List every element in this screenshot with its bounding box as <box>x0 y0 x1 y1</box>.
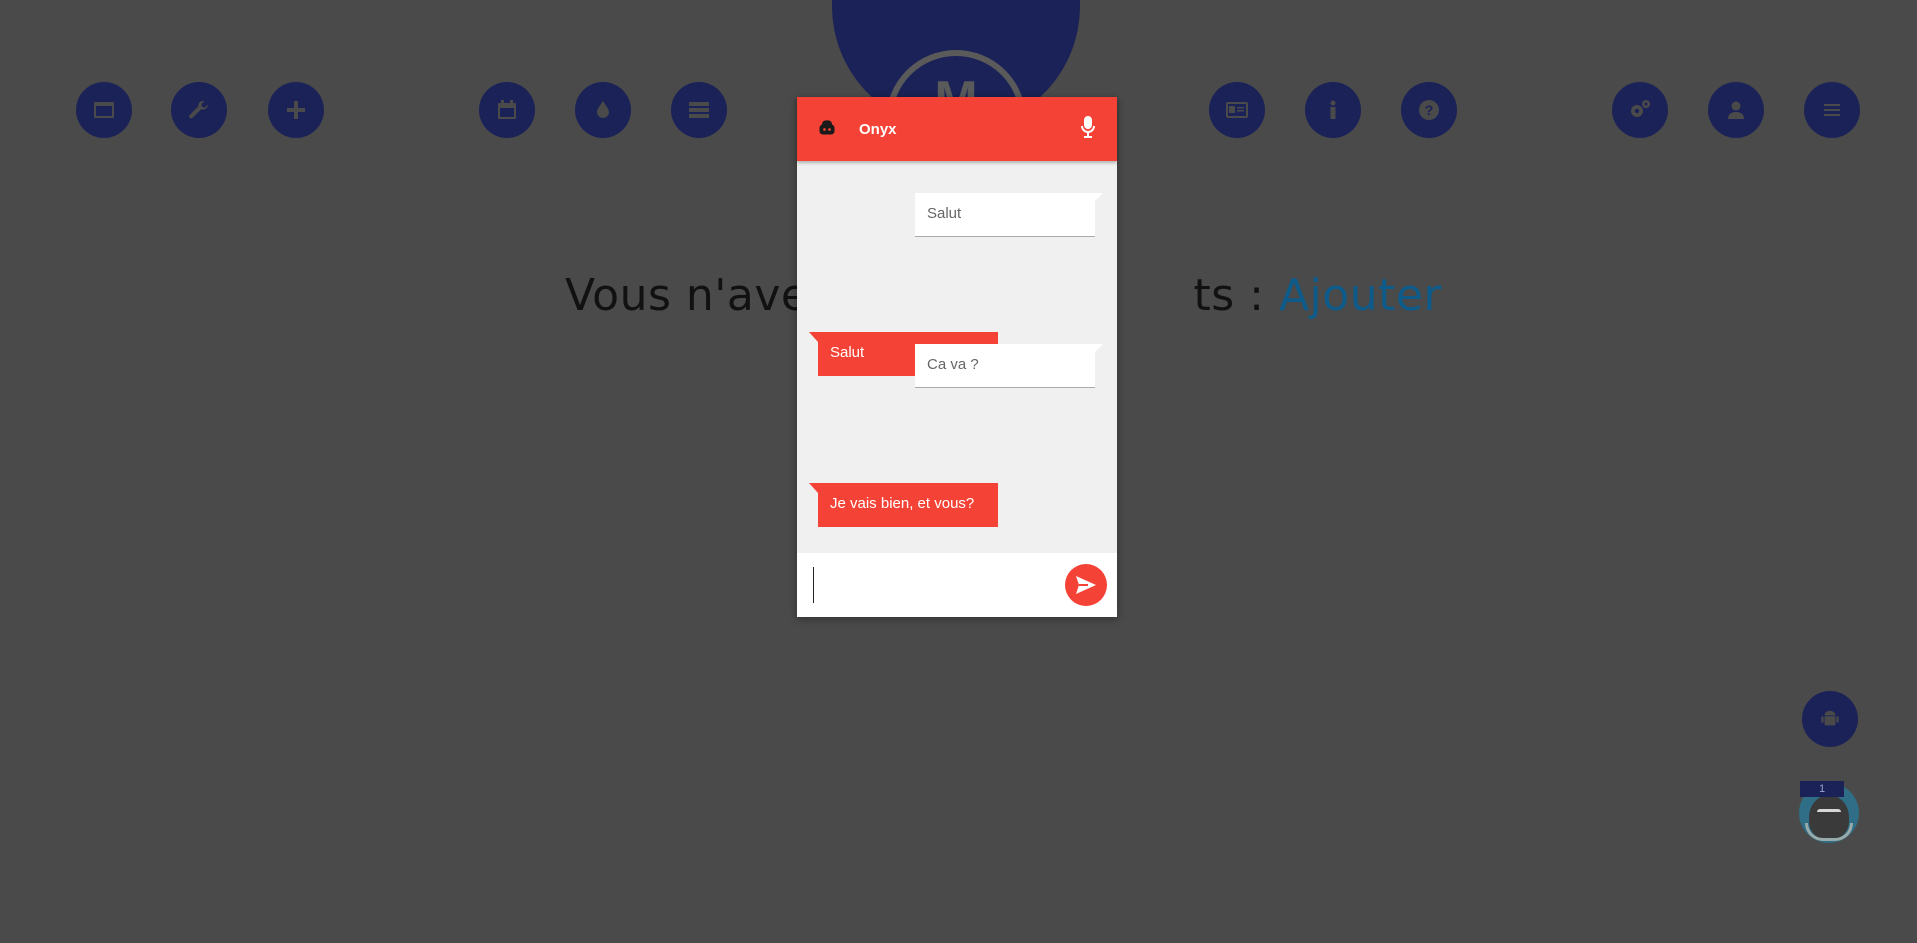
window-icon <box>94 102 114 118</box>
chat-header: Onyx <box>797 97 1117 161</box>
nav-contact-card-button[interactable] <box>1209 82 1265 138</box>
nav-window-button[interactable] <box>76 82 132 138</box>
chat-title: Onyx <box>859 120 897 138</box>
gears-icon <box>1631 100 1650 117</box>
send-icon <box>1076 576 1096 594</box>
nav-drop-button[interactable] <box>575 82 631 138</box>
message-composer <box>797 553 1117 617</box>
empty-state-text-end: ts : <box>1193 270 1279 321</box>
nav-menu-button[interactable] <box>1804 82 1860 138</box>
list-icon <box>689 102 709 118</box>
nav-add-button[interactable] <box>268 82 324 138</box>
add-link[interactable]: Ajouter <box>1279 270 1442 321</box>
info-icon <box>1330 100 1336 119</box>
wrench-icon <box>189 100 209 119</box>
empty-state-text: Vous n'ave <box>565 270 809 321</box>
nav-info-button[interactable] <box>1305 82 1361 138</box>
nav-calendar-button[interactable] <box>479 82 535 138</box>
android-icon <box>1821 710 1839 726</box>
send-button[interactable] <box>1065 564 1107 606</box>
nav-wrench-button[interactable] <box>171 82 227 138</box>
id-card-icon <box>1226 102 1248 118</box>
message-input[interactable] <box>813 567 1065 603</box>
calendar-icon <box>498 100 516 119</box>
chat-window: Onyx Salut Salut Ca va ? Je vais bien, e… <box>797 97 1117 617</box>
message-list: Salut Salut Ca va ? Je vais bien, et vou… <box>797 161 1117 553</box>
user-message: Ca va ? <box>915 344 1103 388</box>
nav-list-button[interactable] <box>671 82 727 138</box>
help-icon: ? <box>1419 100 1439 120</box>
menu-icon <box>1824 104 1840 116</box>
bot-message: Je vais bien, et vous? <box>809 483 998 527</box>
bot-icon <box>817 117 837 142</box>
drop-icon <box>597 101 609 118</box>
android-button[interactable] <box>1802 691 1858 747</box>
user-message: Salut <box>915 193 1103 237</box>
microphone-icon <box>1081 115 1095 138</box>
nav-help-button[interactable]: ? <box>1401 82 1457 138</box>
microphone-button[interactable] <box>1079 115 1097 143</box>
nav-user-button[interactable] <box>1708 82 1764 138</box>
notification-badge: 1 <box>1800 781 1844 797</box>
svg-text:?: ? <box>1425 102 1434 118</box>
nav-settings-button[interactable] <box>1612 82 1668 138</box>
user-icon <box>1728 101 1744 119</box>
plus-icon <box>287 101 305 119</box>
